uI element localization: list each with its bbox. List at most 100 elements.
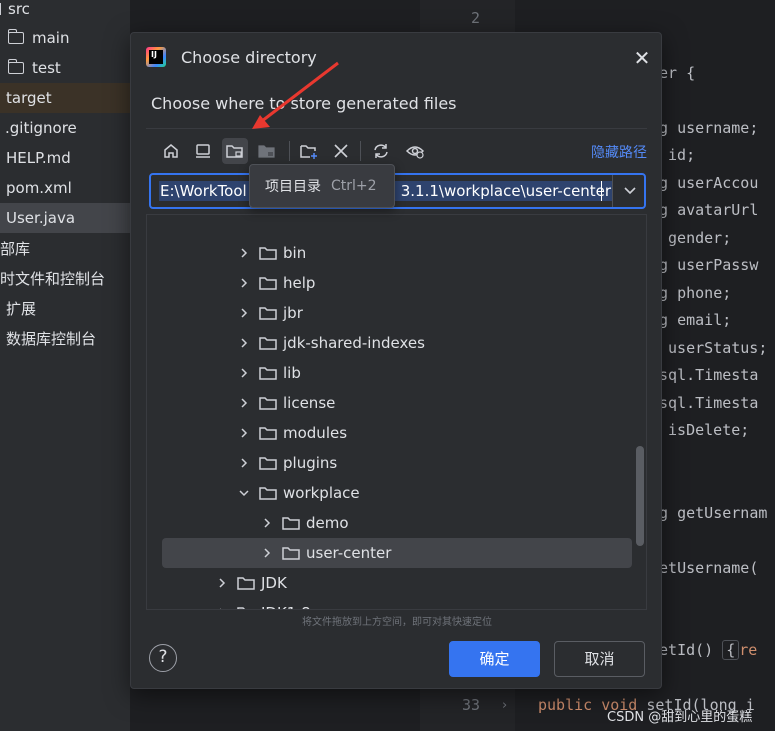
toolbar-separator <box>360 141 361 161</box>
chevron-right-icon[interactable] <box>237 456 251 470</box>
drop-hint: 将文件拖放到上方空间，即可对其快速定位 <box>302 617 492 628</box>
tree-row-label: JDK1.8 <box>261 604 311 609</box>
tree-item-gitignore[interactable]: .gitignore <box>0 113 130 143</box>
code-line: .sql.Timesta <box>650 394 759 412</box>
annotation-arrow <box>252 61 339 129</box>
tree-row-label: plugins <box>283 454 338 472</box>
chevron-down-icon <box>623 187 636 195</box>
tree-row-modules[interactable]: modules <box>147 418 633 448</box>
tree-row-jdk[interactable]: JDK <box>147 568 633 598</box>
tree-row-jdk-shared-indexes[interactable]: jdk-shared-indexes <box>147 328 633 358</box>
chevron-right-icon[interactable] <box>237 366 251 380</box>
folder-icon <box>7 29 24 44</box>
path-history-dropdown[interactable] <box>612 175 646 207</box>
folder-icon <box>7 59 24 74</box>
chevron-right-icon[interactable] <box>237 306 251 320</box>
folder-icon <box>259 306 277 320</box>
chevron-right-icon[interactable] <box>215 576 229 590</box>
tree-row-label: lib <box>283 364 301 382</box>
tree-item-db-console[interactable]: 数据库控制台 <box>0 323 130 353</box>
project-directory-tooltip: 项目目录 Ctrl+2 <box>249 164 395 208</box>
code-line: isDelete; <box>659 421 750 439</box>
tree-row-demo[interactable]: demo <box>147 508 633 538</box>
tree-item-extensions[interactable]: 扩展 <box>0 293 130 323</box>
tree-row-jdk1-8[interactable]: JDK1.8 <box>147 598 633 609</box>
tree-item-src[interactable]: src <box>0 0 130 24</box>
chevron-right-icon[interactable] <box>260 516 274 530</box>
tree-row-plugins[interactable]: plugins <box>147 448 633 478</box>
intellij-app-icon: IJ <box>146 47 166 67</box>
folder-icon <box>282 546 300 560</box>
tree-item-external-libs[interactable]: 部库 <box>0 233 130 263</box>
chevron-right-icon[interactable] <box>237 426 251 440</box>
chevron-down-icon[interactable] <box>237 486 251 500</box>
project-tree-panel: src main test target .gitignore HELP.md … <box>0 0 130 731</box>
tree-row-user-center[interactable]: user-center <box>162 538 632 568</box>
folder-icon <box>259 396 277 410</box>
code-line: ng getUsernam <box>650 504 768 522</box>
tree-row-lib[interactable]: lib <box>147 358 633 388</box>
file-chooser-toolbar: 隐藏路径 <box>146 128 647 166</box>
tree-item-pom-xml[interactable]: pom.xml <box>0 173 130 203</box>
close-button[interactable]: ✕ <box>631 47 653 69</box>
fold-chevron-icon[interactable]: › <box>502 698 507 713</box>
tree-row-label: help <box>283 274 316 292</box>
tree-item-help-md[interactable]: HELP.md <box>0 143 130 173</box>
tree-scrollbar-thumb[interactable] <box>636 446 644 546</box>
chevron-right-icon[interactable] <box>237 246 251 260</box>
code-line: ng avatarUrl <box>650 201 759 219</box>
tree-item-target[interactable]: target <box>0 83 130 113</box>
tree-row-license[interactable]: license <box>147 388 633 418</box>
tree-row-label: license <box>283 394 336 412</box>
code-line: .sql.Timesta <box>650 366 759 384</box>
folded-block[interactable]: { <box>722 640 740 660</box>
tree-row-label: modules <box>283 424 348 442</box>
hide-path-link[interactable]: 隐藏路径 <box>591 142 647 162</box>
tree-item-scratches[interactable]: 时文件和控制台 <box>0 263 130 293</box>
tree-item-user-java[interactable]: User.java <box>0 203 130 233</box>
code-line: gender; <box>659 229 732 247</box>
folder-icon <box>259 426 277 440</box>
folder-icon <box>259 276 277 290</box>
chevron-right-icon[interactable] <box>260 546 274 560</box>
directory-tree[interactable]: bin help jbr jdk-shared-indexes lib license mo… <box>146 214 647 610</box>
cancel-button[interactable]: 取消 <box>554 641 645 677</box>
home-button[interactable] <box>158 138 184 164</box>
folder-icon <box>237 576 255 590</box>
chevron-right-icon[interactable] <box>215 606 229 609</box>
folder-icon <box>259 246 277 260</box>
choose-directory-dialog: IJ Choose directory ✕ Choose where to st… <box>130 32 662 689</box>
folder-icon <box>237 606 255 609</box>
folder-icon <box>259 336 277 350</box>
ok-button[interactable]: 确定 <box>449 641 540 677</box>
line-number: 33 <box>461 696 480 714</box>
tree-row-help[interactable]: help <box>147 268 633 298</box>
watermark: CSDN @甜到心里的蛋糕 <box>607 710 753 725</box>
code-line: ng phone; <box>650 284 732 302</box>
folder-icon <box>259 366 277 380</box>
text-caret <box>601 181 602 201</box>
close-x-icon <box>334 144 348 158</box>
show-hidden-button[interactable] <box>402 138 428 164</box>
desktop-button[interactable] <box>190 138 216 164</box>
chevron-right-icon[interactable] <box>237 276 251 290</box>
path-input[interactable]: E:\WorkTool 3.1.1\workplace\user-center <box>149 173 646 209</box>
tree-row-workplace[interactable]: workplace <box>147 478 633 508</box>
folder-icon <box>259 456 277 470</box>
chevron-right-icon[interactable] <box>237 336 251 350</box>
code-line: ng userPassw <box>650 256 759 274</box>
code-line: getId() {re <box>650 640 758 660</box>
tree-row-label: JDK <box>261 574 287 592</box>
folder-icon <box>259 486 277 500</box>
code-line: userStatus; <box>659 339 768 357</box>
refresh-button[interactable] <box>368 138 394 164</box>
chevron-right-icon[interactable] <box>237 396 251 410</box>
tree-item-test[interactable]: test <box>0 53 130 83</box>
tree-row-label: workplace <box>283 484 360 502</box>
folder-icon <box>282 516 300 530</box>
tree-row-bin[interactable]: bin <box>147 238 633 268</box>
tree-item-main[interactable]: main <box>0 23 130 53</box>
help-button[interactable]: ? <box>149 644 177 672</box>
tree-row-label: jdk-shared-indexes <box>283 334 425 352</box>
tree-row-jbr[interactable]: jbr <box>147 298 633 328</box>
